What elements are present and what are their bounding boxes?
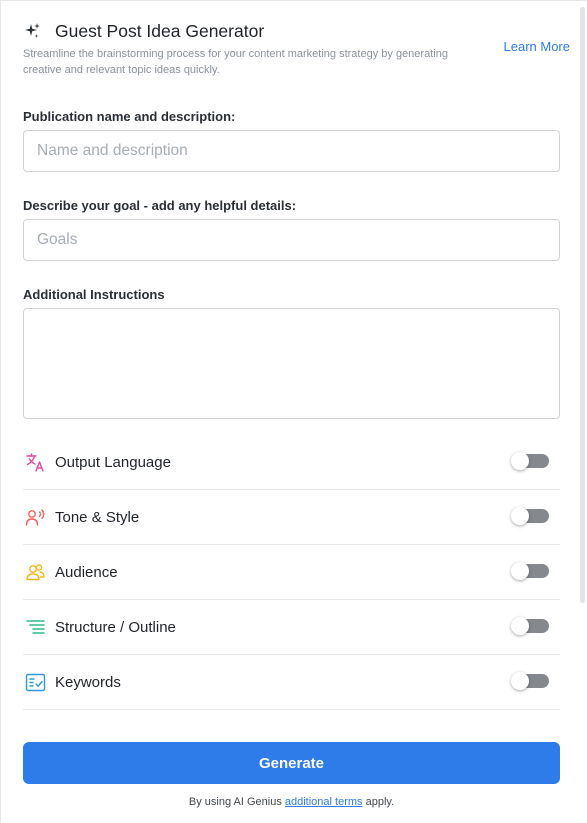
voice-person-icon xyxy=(24,506,46,528)
translate-icon xyxy=(24,451,46,473)
generator-panel: Guest Post Idea Generator Streamline the… xyxy=(0,0,587,823)
option-label: Keywords xyxy=(55,673,121,691)
publication-input[interactable] xyxy=(23,130,560,172)
option-label: Structure / Outline xyxy=(55,618,176,636)
learn-more-link[interactable]: Learn More xyxy=(504,39,570,54)
people-icon xyxy=(24,561,46,583)
toggle-knob xyxy=(511,507,529,525)
options-list: Output Language Tone & Style Audience St… xyxy=(23,435,560,710)
footer-prefix: By using AI Genius xyxy=(188,796,285,808)
instructions-textarea[interactable] xyxy=(23,308,560,419)
footer-suffix: apply. xyxy=(362,796,395,808)
output-language-toggle[interactable] xyxy=(511,452,549,470)
title-row: Guest Post Idea Generator xyxy=(23,19,568,43)
option-structure-outline[interactable]: Structure / Outline xyxy=(23,600,560,655)
toggle-knob xyxy=(511,617,529,635)
generate-button[interactable]: Generate xyxy=(23,742,560,784)
toggle-knob xyxy=(511,562,529,580)
option-tone-style[interactable]: Tone & Style xyxy=(23,490,560,545)
page-title: Guest Post Idea Generator xyxy=(55,20,265,41)
instructions-label: Additional Instructions xyxy=(23,287,165,302)
option-keywords[interactable]: Keywords xyxy=(23,655,560,710)
toggle-knob xyxy=(511,672,529,690)
option-audience[interactable]: Audience xyxy=(23,545,560,600)
publication-label: Publication name and description: xyxy=(23,109,236,124)
page-subtitle: Streamline the brainstorming process for… xyxy=(23,48,448,76)
header: Guest Post Idea Generator Streamline the… xyxy=(23,19,570,78)
toggle-knob xyxy=(511,452,529,470)
option-output-language[interactable]: Output Language xyxy=(23,435,560,490)
option-label: Audience xyxy=(55,563,118,581)
goal-input[interactable] xyxy=(23,219,560,261)
keyword-checklist-icon xyxy=(24,671,46,693)
audience-toggle[interactable] xyxy=(511,562,549,580)
option-label: Tone & Style xyxy=(55,508,140,526)
option-label: Output Language xyxy=(55,453,171,471)
additional-terms-link[interactable]: additional terms xyxy=(285,796,363,808)
keywords-toggle[interactable] xyxy=(511,672,549,690)
terms-footer: By using AI Genius additional terms appl… xyxy=(1,796,582,808)
outline-list-icon xyxy=(24,616,46,638)
tone-style-toggle[interactable] xyxy=(511,507,549,525)
goal-label: Describe your goal - add any helpful det… xyxy=(23,198,297,213)
sparkle-icon xyxy=(25,23,40,38)
scrollbar[interactable] xyxy=(580,7,585,603)
structure-outline-toggle[interactable] xyxy=(511,617,549,635)
